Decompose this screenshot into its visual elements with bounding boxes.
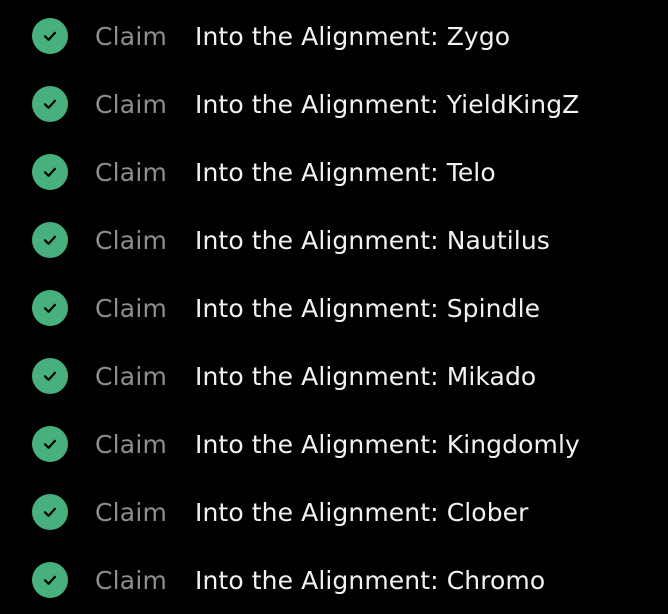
task-title: Into the Alignment: YieldKingZ — [195, 89, 580, 119]
task-title: Into the Alignment: Telo — [195, 157, 496, 187]
claim-button[interactable]: Claim — [95, 430, 167, 459]
check-circle-icon — [32, 562, 68, 598]
check-circle-icon — [32, 290, 68, 326]
check-circle-icon — [32, 222, 68, 258]
task-title: Into the Alignment: Kingdomly — [195, 429, 580, 459]
task-row[interactable]: Claim Into the Alignment: Nautilus — [0, 206, 668, 274]
check-circle-icon — [32, 426, 68, 462]
claim-button[interactable]: Claim — [95, 566, 167, 595]
check-circle-icon — [32, 86, 68, 122]
task-title: Into the Alignment: Nautilus — [195, 225, 550, 255]
task-title: Into the Alignment: Mikado — [195, 361, 537, 391]
claim-button[interactable]: Claim — [95, 158, 167, 187]
task-row[interactable]: Claim Into the Alignment: Spindle — [0, 274, 668, 342]
check-circle-icon — [32, 18, 68, 54]
task-row[interactable]: Claim Into the Alignment: Chromo — [0, 546, 668, 614]
check-circle-icon — [32, 358, 68, 394]
task-title: Into the Alignment: Clober — [195, 497, 529, 527]
claim-button[interactable]: Claim — [95, 362, 167, 391]
claim-button[interactable]: Claim — [95, 226, 167, 255]
task-row[interactable]: Claim Into the Alignment: Telo — [0, 138, 668, 206]
task-row[interactable]: Claim Into the Alignment: Zygo — [0, 2, 668, 70]
task-row[interactable]: Claim Into the Alignment: Mikado — [0, 342, 668, 410]
claim-button[interactable]: Claim — [95, 90, 167, 119]
claim-button[interactable]: Claim — [95, 22, 167, 51]
check-circle-icon — [32, 494, 68, 530]
task-title: Into the Alignment: Zygo — [195, 21, 511, 51]
task-row[interactable]: Claim Into the Alignment: YieldKingZ — [0, 70, 668, 138]
check-circle-icon — [32, 154, 68, 190]
task-title: Into the Alignment: Chromo — [195, 565, 546, 595]
task-title: Into the Alignment: Spindle — [195, 293, 541, 323]
task-row[interactable]: Claim Into the Alignment: Kingdomly — [0, 410, 668, 478]
task-row[interactable]: Claim Into the Alignment: Clober — [0, 478, 668, 546]
task-list: Claim Into the Alignment: Zygo Claim Int… — [0, 0, 668, 602]
claim-button[interactable]: Claim — [95, 498, 167, 527]
claim-button[interactable]: Claim — [95, 294, 167, 323]
